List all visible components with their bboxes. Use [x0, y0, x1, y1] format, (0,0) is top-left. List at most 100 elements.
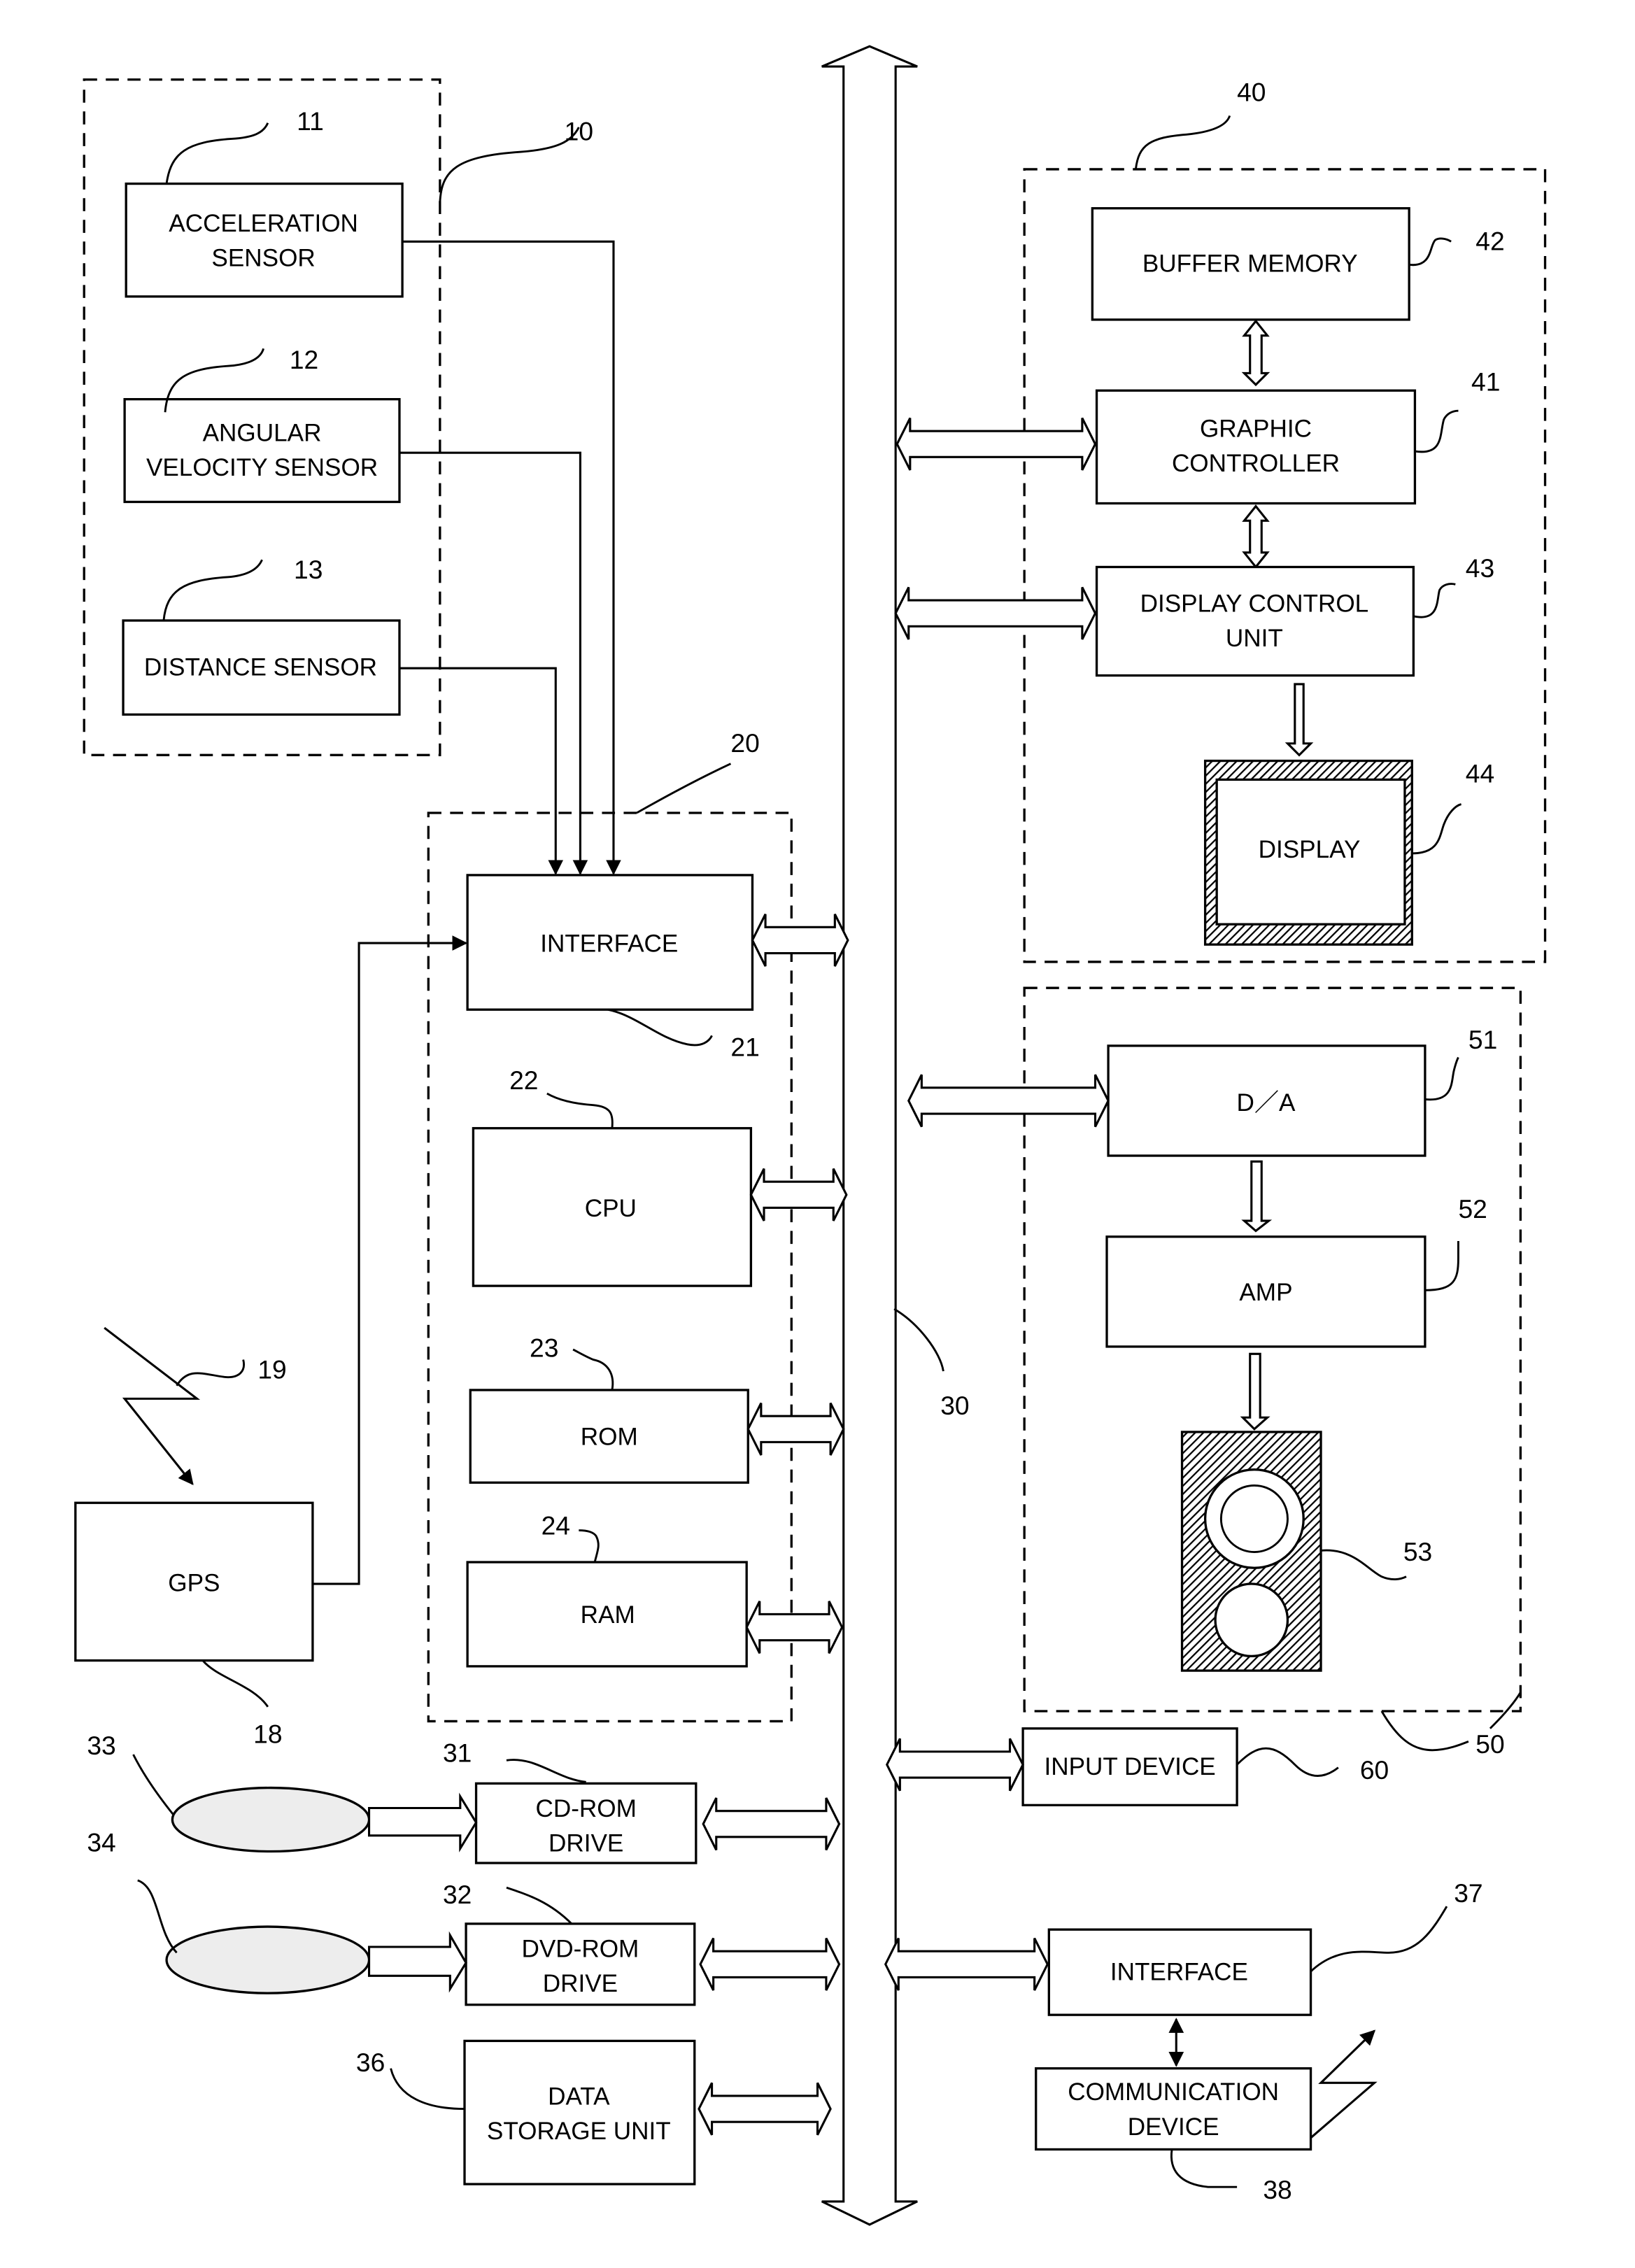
- cd-rom-disc: 33: [87, 1731, 478, 1853]
- cd-to-drive-arrow: [367, 1792, 478, 1852]
- svg-text:COMMUNICATION: COMMUNICATION: [1068, 2078, 1279, 2106]
- amp: AMP 52: [1105, 1194, 1487, 1348]
- svg-text:BUFFER MEMORY: BUFFER MEMORY: [1142, 250, 1358, 278]
- ref-51: 51: [1468, 1025, 1497, 1054]
- navigation-system-block-diagram: 30 10 ACCELERATION SENSOR 11 ANGULAR VEL…: [74, 45, 1547, 2226]
- input-device: INPUT DEVICE 60: [1021, 1727, 1389, 1807]
- svg-text:INTERFACE: INTERFACE: [1110, 1959, 1248, 1986]
- data-storage-unit: DATA STORAGE UNIT 36: [356, 2039, 696, 2185]
- svg-text:GPS: GPS: [168, 1569, 220, 1596]
- ref-44: 44: [1466, 759, 1494, 788]
- dvd-to-drive-arrow: [367, 1931, 467, 1993]
- display: DISPLAY 44: [1203, 759, 1494, 946]
- svg-text:SENSOR: SENSOR: [211, 244, 315, 271]
- ref-53: 53: [1403, 1537, 1432, 1566]
- display-control-unit: DISPLAY CONTROL UNIT 43: [1095, 553, 1494, 677]
- input-device-bus-arrow: [886, 1738, 1024, 1792]
- ref-60: 60: [1360, 1755, 1389, 1785]
- svg-text:GRAPHIC: GRAPHIC: [1200, 415, 1312, 442]
- wire-gps: [312, 935, 468, 1585]
- buffer-memory: BUFFER MEMORY 42: [1091, 207, 1505, 321]
- svg-text:D／A: D／A: [1236, 1089, 1295, 1117]
- system-bus: 30: [821, 45, 970, 2226]
- cpu: CPU 22: [472, 1065, 753, 1287]
- ref-10: 10: [565, 117, 593, 146]
- controller-group: 20 INTERFACE 21 CPU 22 ROM 23 RAM 24: [427, 728, 793, 1723]
- da-to-amp-arrow: [1241, 1160, 1273, 1233]
- ref-40: 40: [1237, 78, 1266, 107]
- ref-34: 34: [87, 1828, 115, 1857]
- display-unit-group: 40 BUFFER MEMORY 42 GRAPHIC CONTROLLER 4…: [1023, 78, 1547, 963]
- svg-text:UNIT: UNIT: [1226, 625, 1283, 652]
- wire-acceleration: [402, 240, 621, 876]
- ref-24: 24: [542, 1511, 570, 1540]
- acceleration-sensor: ACCELERATION SENSOR 11: [125, 106, 404, 298]
- ref-42: 42: [1475, 227, 1504, 256]
- ref-18: 18: [253, 1719, 282, 1748]
- graphic-controller: GRAPHIC CONTROLLER 41: [1095, 367, 1500, 505]
- angular-velocity-sensor: ANGULAR VELOCITY SENSOR 12: [123, 345, 401, 504]
- storage-bus-arrow: [698, 2082, 832, 2136]
- buffer-graphic-arrow: [1241, 319, 1271, 387]
- ref-43: 43: [1466, 553, 1494, 583]
- distance-sensor: DISTANCE SENSOR 13: [122, 555, 401, 716]
- ref-52: 52: [1458, 1194, 1487, 1224]
- ref-22: 22: [509, 1065, 538, 1095]
- speaker: 53: [1180, 1431, 1432, 1672]
- ram-bus-arrow: [745, 1601, 844, 1654]
- communication-device: COMMUNICATION DEVICE 38: [1035, 2029, 1378, 2204]
- sensor-group: 10 ACCELERATION SENSOR 11 ANGULAR VELOCI…: [83, 78, 593, 756]
- ref-37: 37: [1454, 1878, 1482, 1908]
- ref-41: 41: [1471, 367, 1500, 396]
- svg-text:RAM: RAM: [581, 1601, 635, 1629]
- svg-text:ACCELERATION: ACCELERATION: [169, 210, 358, 237]
- system-bus-arrow: [821, 45, 918, 2226]
- svg-text:CPU: CPU: [585, 1195, 637, 1222]
- ref-21: 21: [730, 1032, 759, 1061]
- ref-33: 33: [87, 1731, 115, 1760]
- svg-text:INTERFACE: INTERFACE: [540, 930, 678, 957]
- wire-distance: [399, 667, 564, 876]
- svg-text:INPUT DEVICE: INPUT DEVICE: [1044, 1753, 1215, 1780]
- svg-text:DRIVE: DRIVE: [548, 1830, 623, 1857]
- svg-text:DATA: DATA: [548, 2083, 610, 2110]
- comm-antenna-signal-icon: [1310, 2029, 1378, 2139]
- svg-text:DVD-ROM: DVD-ROM: [522, 1935, 639, 1962]
- ref-50: 50: [1475, 1729, 1504, 1759]
- da-bus-arrow: [907, 1074, 1110, 1128]
- display-control-bus-arrow: [894, 586, 1097, 640]
- ref-30: 30: [940, 1391, 969, 1420]
- rom: ROM 23: [469, 1333, 749, 1484]
- ref-31: 31: [443, 1738, 472, 1767]
- svg-text:DISTANCE SENSOR: DISTANCE SENSOR: [144, 654, 377, 681]
- wire-angular-velocity: [399, 451, 588, 876]
- ram: RAM 24: [466, 1511, 748, 1668]
- da-converter: D／A 51: [1107, 1025, 1497, 1157]
- dvdrom-bus-arrow: [699, 1937, 841, 1991]
- interface-21: INTERFACE 21: [466, 874, 760, 1061]
- svg-text:DISPLAY: DISPLAY: [1259, 836, 1361, 863]
- cdrom-bus-arrow: [702, 1797, 841, 1851]
- rom-bus-arrow: [746, 1402, 845, 1456]
- ref-20: 20: [730, 728, 759, 758]
- ref-36: 36: [356, 2048, 385, 2077]
- ref-11: 11: [297, 106, 324, 136]
- svg-text:CONTROLLER: CONTROLLER: [1172, 450, 1340, 477]
- interface-37: INTERFACE 37: [1047, 1878, 1483, 2016]
- bus-connections: [698, 417, 1110, 2136]
- interface37-bus-arrow: [884, 1937, 1049, 1991]
- svg-text:DEVICE: DEVICE: [1128, 2113, 1219, 2141]
- svg-text:STORAGE UNIT: STORAGE UNIT: [487, 2118, 671, 2145]
- graphic-controller-bus-arrow: [896, 417, 1097, 471]
- display-ctrl-to-display-arrow: [1284, 683, 1314, 757]
- svg-text:AMP: AMP: [1239, 1279, 1292, 1306]
- ref-32: 32: [443, 1880, 472, 1909]
- svg-text:CD-ROM: CD-ROM: [535, 1795, 636, 1822]
- gps: GPS 18 19: [74, 935, 468, 1748]
- ref-38: 38: [1263, 2175, 1291, 2204]
- svg-text:DISPLAY CONTROL: DISPLAY CONTROL: [1140, 590, 1369, 618]
- amp-to-speaker-arrow: [1240, 1352, 1271, 1431]
- gps-antenna-signal-icon: [104, 1326, 201, 1486]
- ref-19: 19: [257, 1354, 286, 1384]
- svg-text:VELOCITY SENSOR: VELOCITY SENSOR: [146, 454, 378, 481]
